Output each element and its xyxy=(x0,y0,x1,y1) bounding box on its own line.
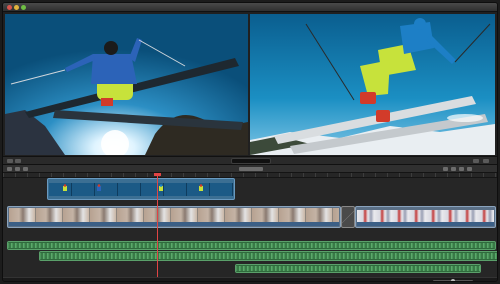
audio-clip[interactable] xyxy=(7,241,496,250)
cross-dissolve-transition[interactable] xyxy=(341,206,355,228)
blade-icon[interactable] xyxy=(15,167,20,171)
connected-clip-filmstrip xyxy=(49,183,233,196)
audio-clip[interactable] xyxy=(39,251,497,261)
primary-storyline-clip[interactable] xyxy=(7,206,341,228)
audio-waveform xyxy=(8,243,495,248)
project-viewer[interactable] xyxy=(250,14,495,155)
left-viewer-image xyxy=(5,14,248,155)
timeline-zoom-knob[interactable] xyxy=(451,279,455,281)
audio-skimming-icon[interactable] xyxy=(459,167,464,171)
settings-icon[interactable] xyxy=(483,159,489,163)
right-viewer-image xyxy=(250,14,495,155)
secondary-storyline-clip[interactable] xyxy=(355,206,496,228)
timeline-index-button[interactable] xyxy=(239,167,263,171)
secondary-clip-audio-waveform xyxy=(357,222,494,226)
skimming-icon[interactable] xyxy=(451,167,456,171)
maximize-icon[interactable] xyxy=(21,5,26,10)
timecode-display xyxy=(231,158,271,164)
primary-clip-filmstrip xyxy=(9,208,339,223)
zoom-icon[interactable] xyxy=(15,159,21,163)
status-bar xyxy=(3,277,497,281)
view-options-icon[interactable] xyxy=(7,159,13,163)
skier-thumbnail xyxy=(199,184,203,191)
final-cut-window xyxy=(2,2,498,282)
skier-thumbnail xyxy=(63,184,67,191)
event-viewer[interactable] xyxy=(5,14,248,155)
audio-clip[interactable] xyxy=(235,264,481,273)
audio-waveform xyxy=(40,253,497,259)
skier-thumbnail xyxy=(159,184,163,191)
secondary-clip-filmstrip xyxy=(357,210,494,222)
minimize-icon[interactable] xyxy=(14,5,19,10)
playhead[interactable] xyxy=(157,173,158,277)
magnetic-timeline[interactable] xyxy=(3,173,497,277)
timeline-toolbar xyxy=(3,165,497,173)
viewer-controls xyxy=(3,156,497,165)
close-icon[interactable] xyxy=(7,5,12,10)
audio-waveform xyxy=(236,266,480,271)
primary-clip-audio-waveform xyxy=(9,222,339,226)
solo-icon[interactable] xyxy=(467,167,472,171)
fullscreen-icon[interactable] xyxy=(473,159,479,163)
connected-clip[interactable] xyxy=(47,178,235,200)
snapping-icon[interactable] xyxy=(23,167,28,171)
select-icon[interactable] xyxy=(7,167,12,171)
title-bar xyxy=(3,3,497,12)
skier-thumbnail xyxy=(97,184,101,191)
clip-appearance-icon[interactable] xyxy=(443,167,448,171)
